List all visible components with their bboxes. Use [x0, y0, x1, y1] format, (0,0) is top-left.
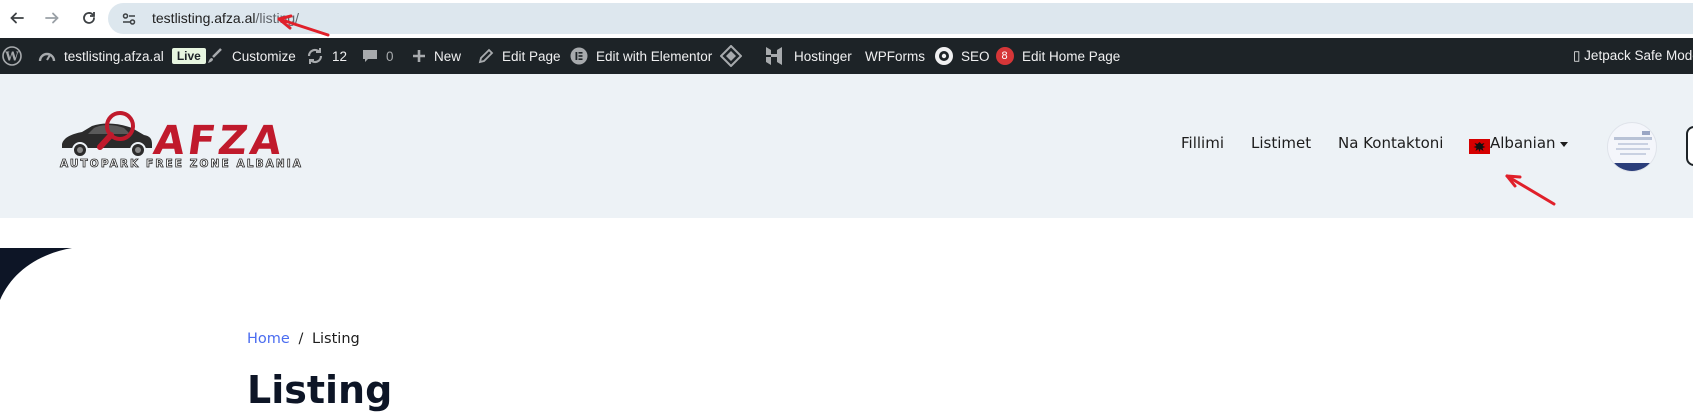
nav-fillimi[interactable]: Fillimi	[1181, 134, 1224, 152]
hostinger-icon	[766, 47, 782, 65]
nav-na-kontaktoni[interactable]: Na Kontaktoni	[1338, 134, 1443, 152]
jetpack-label: ▯ Jetpack Safe Mode	[1573, 48, 1693, 63]
svg-text:W: W	[4, 50, 19, 64]
site-name: testlisting.afza.al	[64, 48, 164, 64]
wp-admin-bar: W testlisting.afza.al Live Customize 12 …	[0, 38, 1693, 74]
updates-link[interactable]: 12	[306, 38, 347, 74]
customize-link[interactable]: Customize	[206, 38, 296, 74]
live-badge: Live	[171, 48, 206, 64]
albania-flag-icon	[1469, 139, 1490, 154]
page-title: Listing	[247, 368, 393, 412]
wordpress-icon[interactable]: W	[2, 38, 22, 74]
admin-bar-site[interactable]: testlisting.afza.al Live	[38, 38, 206, 74]
back-icon[interactable]	[5, 6, 29, 30]
customize-label: Customize	[232, 48, 296, 64]
url-path: /listing/	[255, 10, 300, 26]
url-text[interactable]: testlisting.afza.al/listing/	[152, 10, 299, 26]
address-bar[interactable]: testlisting.afza.al/listing/	[108, 3, 1693, 34]
url-host: testlisting.afza.al	[152, 10, 256, 26]
new-label: New	[434, 48, 462, 64]
comment-icon	[363, 50, 377, 62]
wpforms-link[interactable]: WPForms	[865, 38, 925, 74]
hero-decoration	[0, 248, 72, 300]
pencil-icon	[478, 48, 494, 64]
browser-toolbar: testlisting.afza.al/listing/	[0, 0, 1693, 38]
breadcrumb-current: Listing	[311, 331, 360, 347]
updates-count: 12	[332, 48, 348, 64]
nav-listimet[interactable]: Listimet	[1251, 134, 1311, 152]
plus-icon	[413, 50, 425, 62]
seo-gear-icon	[935, 47, 953, 65]
language-switcher[interactable]: Albanian	[1490, 134, 1556, 152]
updates-icon	[307, 48, 323, 64]
logo-tagline: AUTOPARK FREE ZONE ALBANIA	[60, 158, 303, 171]
seo-label: SEO	[961, 48, 990, 64]
forward-icon[interactable]	[40, 6, 64, 30]
site-header: AFZA AUTOPARK FREE ZONE ALBANIA Fillimi …	[0, 74, 1693, 218]
reload-icon[interactable]	[77, 6, 101, 30]
site-logo[interactable]: AFZA AUTOPARK FREE ZONE ALBANIA	[58, 110, 302, 174]
hostinger-label: Hostinger	[794, 48, 852, 64]
edit-page-label: Edit Page	[502, 48, 561, 64]
brush-icon	[208, 48, 222, 63]
dashboard-icon	[38, 52, 56, 62]
new-content-link[interactable]: New	[412, 38, 461, 74]
comments-link[interactable]: 0	[362, 38, 394, 74]
jetpack-safe-mode-link[interactable]: ▯ Jetpack Safe Mode	[1573, 38, 1693, 74]
page-content: Home / Listing Listing	[0, 218, 1693, 415]
edit-home-label: Edit Home Page	[1022, 48, 1121, 64]
edit-home-link[interactable]: Edit Home Page	[1022, 38, 1120, 74]
caret-down-icon[interactable]	[1560, 142, 1568, 147]
breadcrumb-home-link[interactable]: Home	[247, 331, 290, 347]
breadcrumb: Home / Listing	[247, 331, 360, 347]
seo-link[interactable]: SEO 8	[934, 38, 1014, 74]
wpforms-label: WPForms	[865, 48, 925, 64]
diamond-icon[interactable]	[720, 38, 742, 74]
avatar[interactable]	[1607, 122, 1657, 172]
edit-page-link[interactable]: Edit Page	[478, 38, 561, 74]
elementor-icon	[570, 47, 588, 65]
comments-count: 0	[386, 48, 394, 64]
header-cta-button[interactable]	[1686, 126, 1693, 166]
edit-elementor-link[interactable]: Edit with Elementor	[570, 38, 712, 74]
breadcrumb-separator: /	[298, 331, 304, 347]
hostinger-link[interactable]: Hostinger	[764, 38, 852, 74]
edit-elementor-label: Edit with Elementor	[596, 48, 713, 64]
site-info-icon[interactable]	[121, 11, 137, 27]
seo-count-badge: 8	[995, 47, 1014, 65]
